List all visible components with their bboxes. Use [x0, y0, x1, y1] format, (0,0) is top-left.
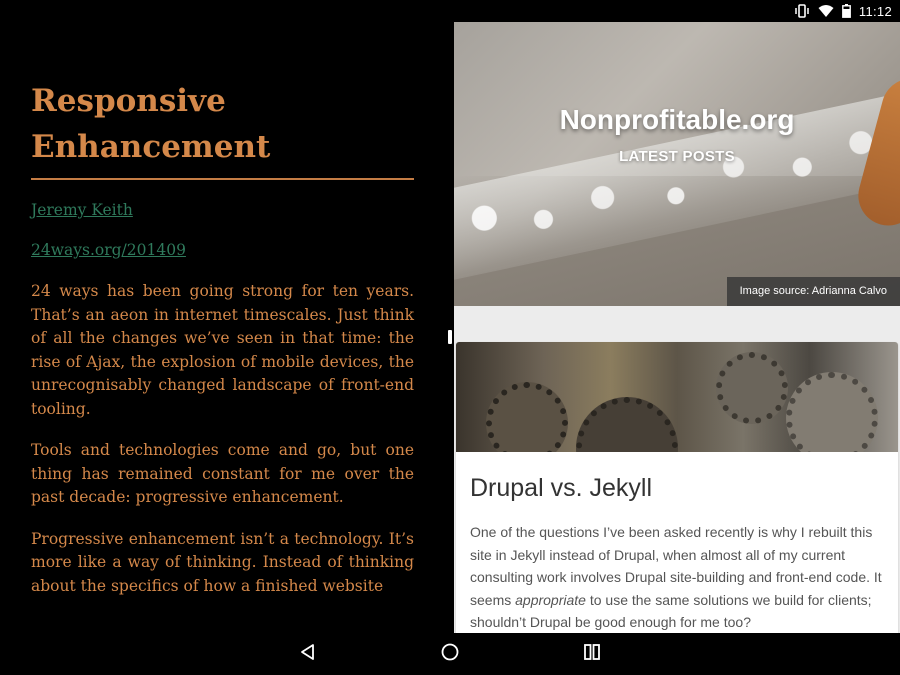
back-button[interactable] [278, 633, 338, 675]
status-icons: 11:12 [794, 2, 892, 20]
wifi-icon [818, 4, 834, 18]
gear-shape [576, 397, 678, 452]
post-thumbnail [456, 342, 898, 452]
section-label: LATEST POSTS [619, 148, 735, 165]
source-link[interactable]: 24ways.org/201409 [31, 240, 414, 260]
status-bar: 11:12 [0, 0, 900, 22]
gear-shape [486, 382, 568, 452]
recents-button[interactable] [562, 633, 622, 675]
article-body: 24 ways has been going strong for ten ye… [31, 280, 414, 598]
split-screen-handle[interactable] [448, 330, 452, 344]
post-card[interactable]: Drupal vs. Jekyll One of the questions I… [456, 342, 898, 633]
left-app-pane[interactable]: Responsive Enhancement Jeremy Keith 24wa… [0, 22, 448, 633]
status-time: 11:12 [858, 3, 892, 19]
battery-icon [842, 4, 851, 18]
navigation-bar [0, 633, 900, 675]
home-button[interactable] [420, 633, 480, 675]
post-title[interactable]: Drupal vs. Jekyll [470, 474, 898, 503]
vibrate-icon [794, 4, 810, 18]
article-paragraph: Tools and technologies come and go, but … [31, 441, 414, 506]
site-title[interactable]: Nonprofitable.org [454, 104, 900, 136]
post-excerpt-emphasis: appropriate [515, 591, 586, 608]
article-title: Responsive Enhancement [31, 78, 414, 180]
hero-banner: Nonprofitable.org LATEST POSTS Image sou… [454, 22, 900, 306]
article-paragraph: 24 ways has been going strong for ten ye… [31, 282, 414, 418]
post-excerpt: One of the questions I’ve been asked rec… [470, 521, 886, 633]
author-link[interactable]: Jeremy Keith [31, 200, 414, 220]
article-paragraph: Progressive enhancement isn’t a technolo… [31, 529, 414, 595]
image-credit: Image source: Adrianna Calvo [726, 277, 900, 306]
gear-shape [786, 372, 878, 452]
right-app-pane[interactable]: Nonprofitable.org LATEST POSTS Image sou… [454, 22, 900, 633]
home-icon [440, 642, 460, 666]
article: Responsive Enhancement Jeremy Keith 24wa… [0, 22, 448, 598]
back-icon [299, 643, 317, 665]
gear-shape [716, 352, 788, 424]
recents-icon [583, 643, 601, 665]
